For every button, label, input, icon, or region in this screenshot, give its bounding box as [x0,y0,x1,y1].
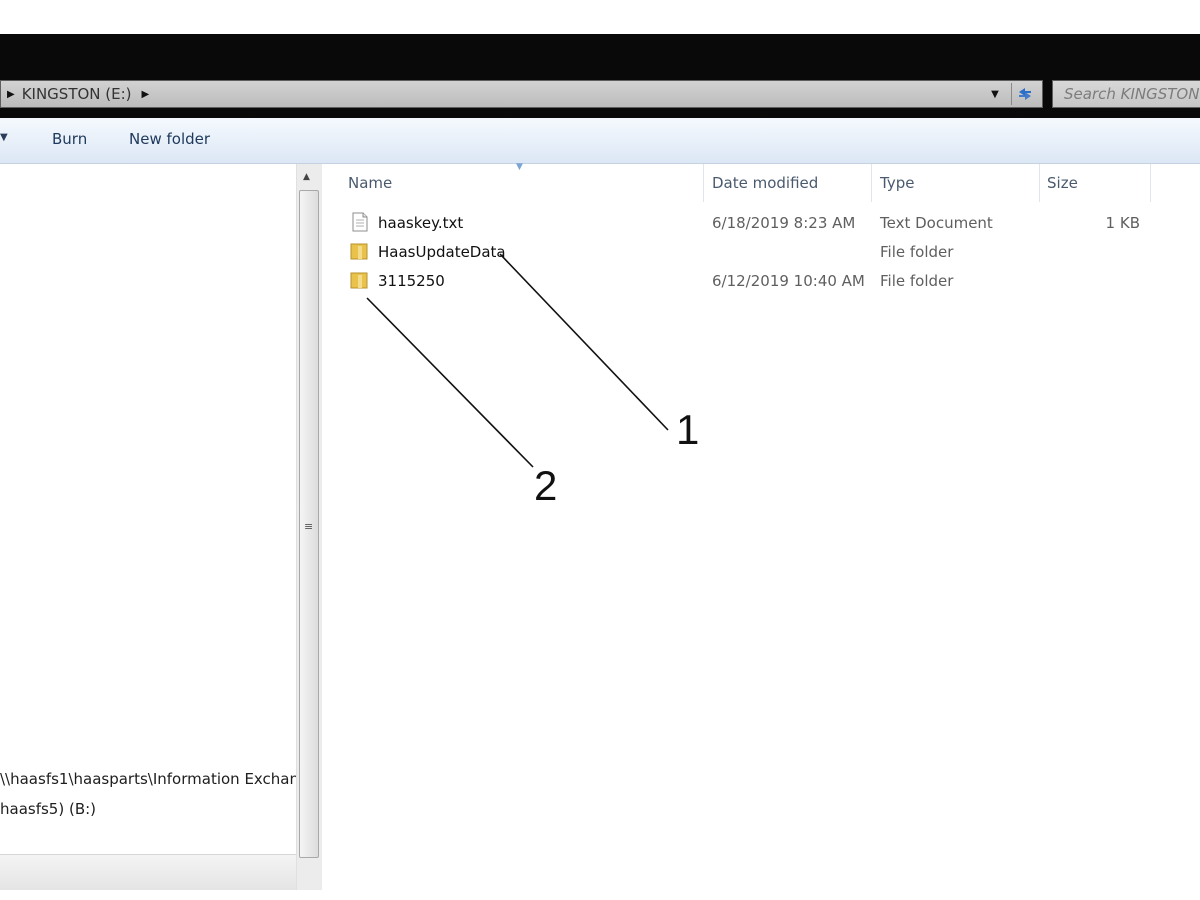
callout-label-1: 1 [676,406,700,453]
callout-line-2 [366,297,534,468]
callout-line-1 [499,253,669,431]
callout-lines [366,253,669,468]
bottom-margin [0,890,1200,900]
callout-label-2: 2 [534,462,558,509]
